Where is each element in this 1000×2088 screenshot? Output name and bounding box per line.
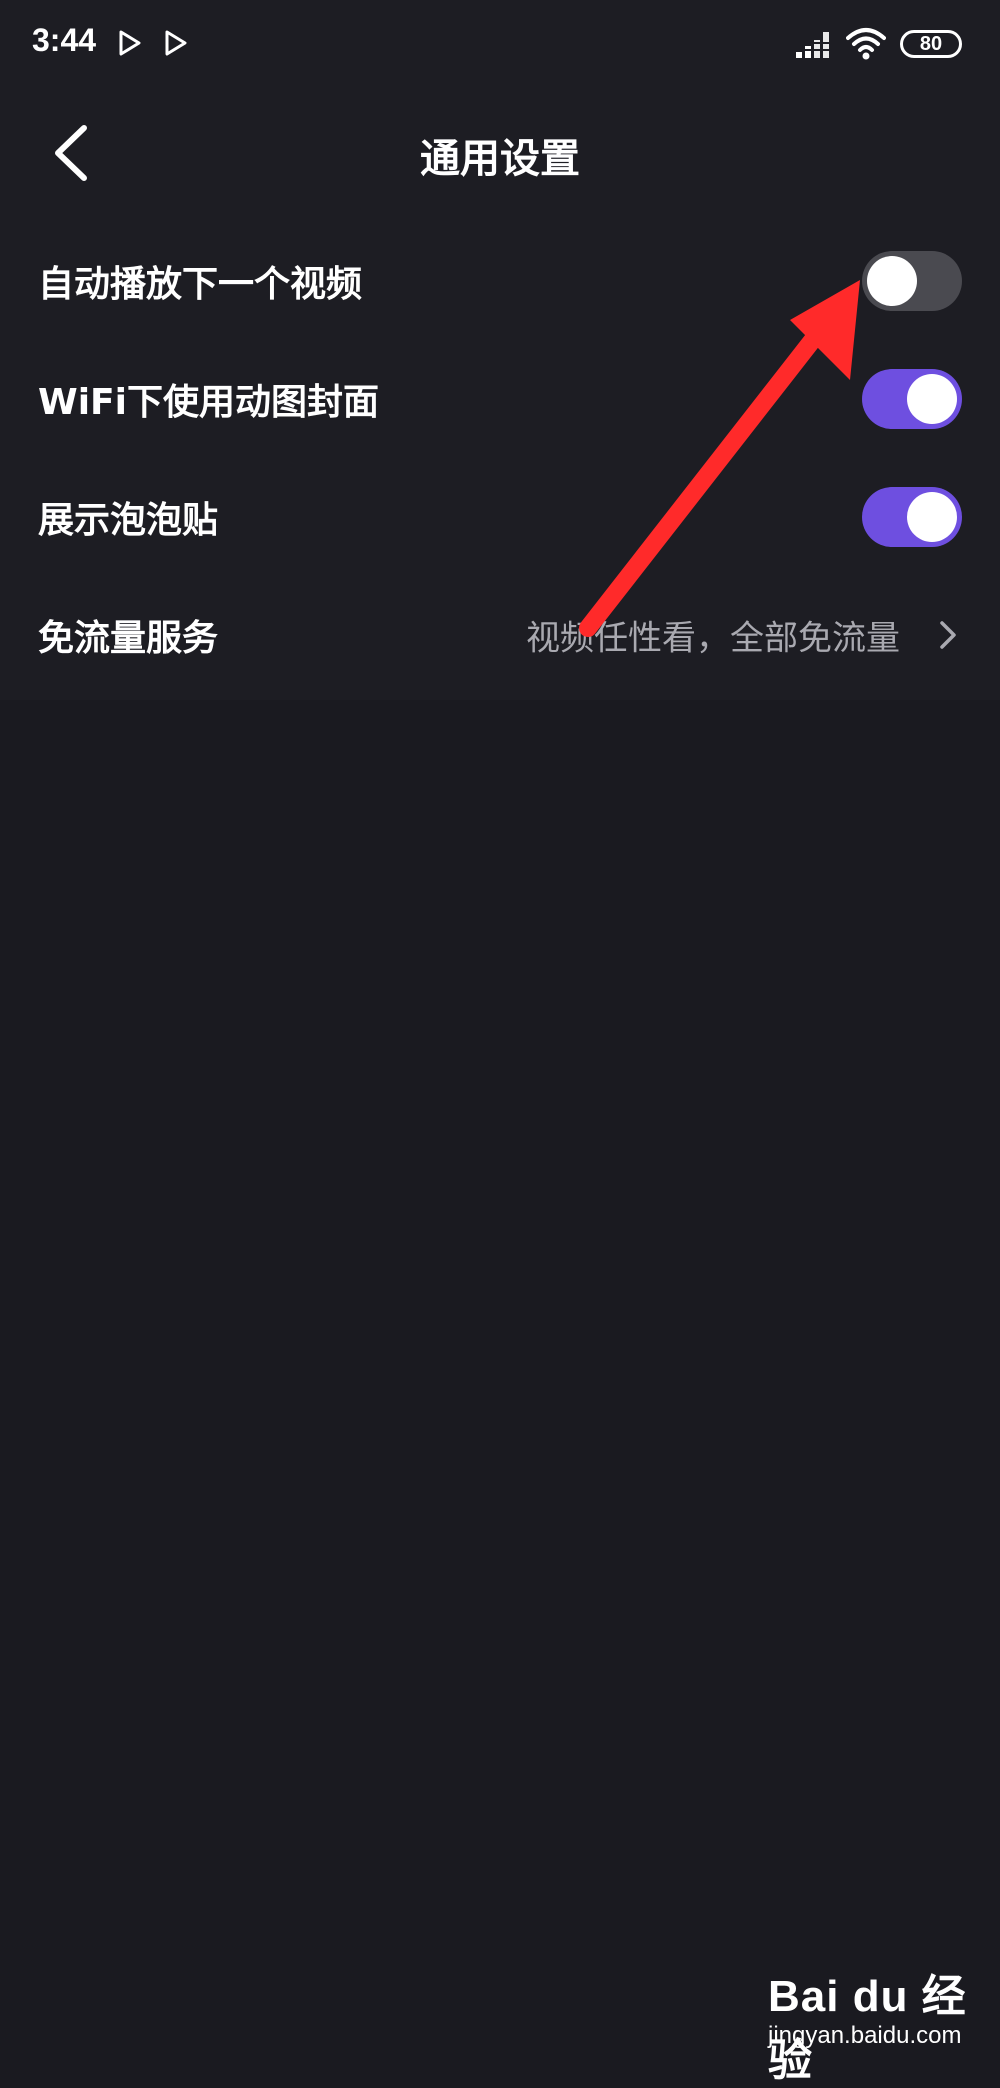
wifi-icon — [846, 28, 886, 60]
page-title: 通用设置 — [420, 136, 580, 182]
baidu-watermark: Bai du 经验 jingyan.baidu.com — [760, 1960, 990, 2085]
battery-icon: 80 — [900, 30, 962, 58]
chevron-right-icon — [940, 621, 956, 649]
setting-label: 免流量服务 — [38, 618, 219, 659]
toggle-knob — [907, 492, 957, 542]
setting-label: 展示泡泡贴 — [38, 500, 219, 541]
status-time: 3:44 — [32, 22, 97, 58]
annotation-arrow-icon — [579, 280, 860, 637]
watermark-url: jingyan.baidu.com — [768, 2022, 962, 2049]
status-bar: 3:44 80 — [0, 0, 1000, 90]
setting-label: WiFi下使用动图封面 — [38, 382, 379, 423]
setting-label: 自动播放下一个视频 — [38, 264, 363, 305]
toggle-knob — [907, 374, 957, 424]
play-icon — [165, 30, 187, 56]
play-icon — [119, 30, 141, 56]
signal-icon — [794, 32, 834, 58]
